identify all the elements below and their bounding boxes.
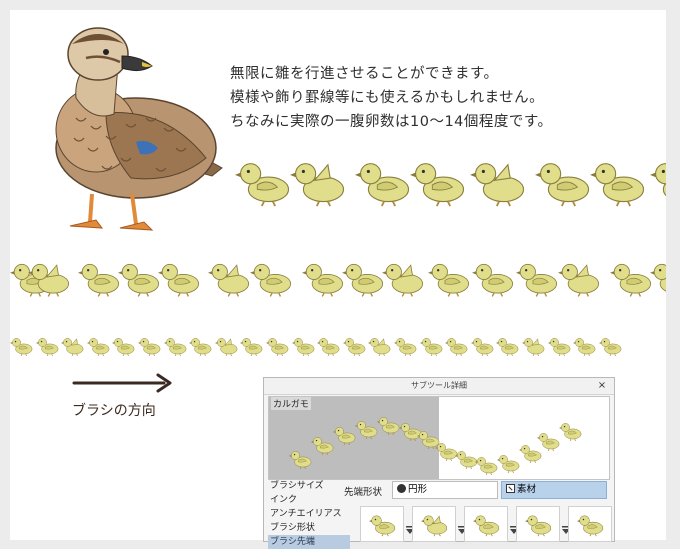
brush-direction-label: ブラシの方向 [72,403,156,419]
duckling-row3-item [214,338,238,357]
duckling-row2-item [516,263,558,297]
duckling-row3-item [189,338,212,357]
spot-billed-duck-illustration [55,27,223,231]
duckling-row1-item [535,163,590,207]
duckling-row3-item [598,338,622,357]
brush-preview: カルガモ [268,396,610,480]
duckling-row3-item [112,338,135,357]
preview-duckling [289,451,312,470]
duckling-row3-item [547,338,570,357]
material-slot-duckling [473,515,500,537]
tip-circle-option[interactable]: 円形 [392,481,498,499]
close-icon[interactable]: × [596,380,608,392]
material-slot-duckling [369,515,396,537]
duckling-row2-item [610,263,652,297]
preview-duckling [333,427,356,446]
preview-duckling [559,423,582,442]
material-slot[interactable] [360,506,404,542]
preview-brush-name: カルガモ [271,397,311,410]
note-line-3: ちなみに実際の一腹卵数は10～14個程度です。 [230,114,553,130]
duckling-row3-item [61,338,84,357]
category-ink[interactable]: インク [268,493,350,507]
duckling-row3-item [86,338,110,357]
duckling-row1-item [410,163,465,207]
material-slot-duckling [525,515,552,537]
duckling-row3-item [342,338,366,357]
duckling-row3-item [138,338,161,357]
duckling-row3-item [35,338,58,357]
duckling-row3-item [470,338,494,357]
duckling-row3-item [10,338,33,357]
sub-tool-detail-panel: サブツール詳細 × カルガモ ブラシサイズ インク アンチエイリアス ブラシ形状… [263,377,615,549]
duckling-row2-item [382,263,424,297]
duckling-row1-item [355,163,410,207]
duckling-row2-item [472,263,514,297]
material-slot[interactable] [464,506,508,542]
duckling-row3-item [240,338,263,357]
tip-shape-label: 先端形状 [344,487,383,498]
tip-material-option[interactable]: 素材 [501,481,607,499]
category-brush-tip[interactable]: ブラシ先端 [268,535,350,549]
duckling-row2-item [428,263,470,297]
duckling-row2-item [558,263,600,297]
duckling-row2-item [250,263,292,297]
duckling-row1-item [290,163,345,207]
description-note: 無限に雛を行進させることができます。 模様や飾り罫線等にも使えるかもしれません。… [230,62,552,134]
category-list: ブラシサイズ インク アンチエイリアス ブラシ形状 ブラシ先端 [268,479,350,549]
duckling-row2-item [78,263,120,297]
duckling-row1-item [650,163,666,197]
tip-circle-label: 円形 [408,484,428,495]
note-line-2: 模様や飾り罫線等にも使えるかもしれません。 [230,90,545,106]
duckling-row2-item [28,263,70,297]
preview-duckling [497,455,520,474]
panel-title: サブツール詳細 [264,378,614,395]
duckling-row3-item [368,338,391,357]
duckling-row3-item [266,338,289,357]
duckling-row3-item [291,338,314,357]
brush-direction-arrow [72,373,172,393]
duckling-row2-item [342,263,384,297]
category-brush-shape[interactable]: ブラシ形状 [268,521,350,535]
duckling-row2-item [208,263,250,297]
duckling-row3-item [317,338,340,357]
category-brush-size[interactable]: ブラシサイズ [268,479,350,493]
duckling-row3-item [445,338,468,357]
duckling-row3-item [419,338,442,357]
preview-duckling [355,421,378,440]
material-slot[interactable] [412,506,456,542]
material-slot[interactable] [568,506,612,542]
duckling-row3-item [163,338,186,357]
duckling-row3-item [522,338,545,357]
duckling-row1-item [470,163,525,207]
duckling-row1-item [235,163,290,207]
circle-icon [397,484,406,493]
duckling-row3-item [573,338,596,357]
duckling-row3-item [394,338,417,357]
preview-duckling [311,437,334,456]
duckling-row2-item [118,263,160,297]
tip-material-label: 素材 [517,484,537,495]
material-slots [360,502,612,542]
preview-duckling [537,433,560,452]
duckling-row2-item [158,263,200,297]
category-antialiasing[interactable]: アンチエイリアス [268,507,350,521]
duckling-row3-item [496,338,519,357]
duckling-row2-item [650,263,666,292]
material-slot[interactable] [516,506,560,542]
preview-duckling [377,417,400,436]
material-slot-duckling [421,515,448,537]
material-slot-duckling [577,515,604,537]
duckling-row2-item [302,263,344,297]
note-line-1: 無限に雛を行進させることができます。 [230,66,499,82]
material-icon [506,484,515,493]
duckling-row1-item [590,163,645,207]
preview-duckling [475,457,498,476]
